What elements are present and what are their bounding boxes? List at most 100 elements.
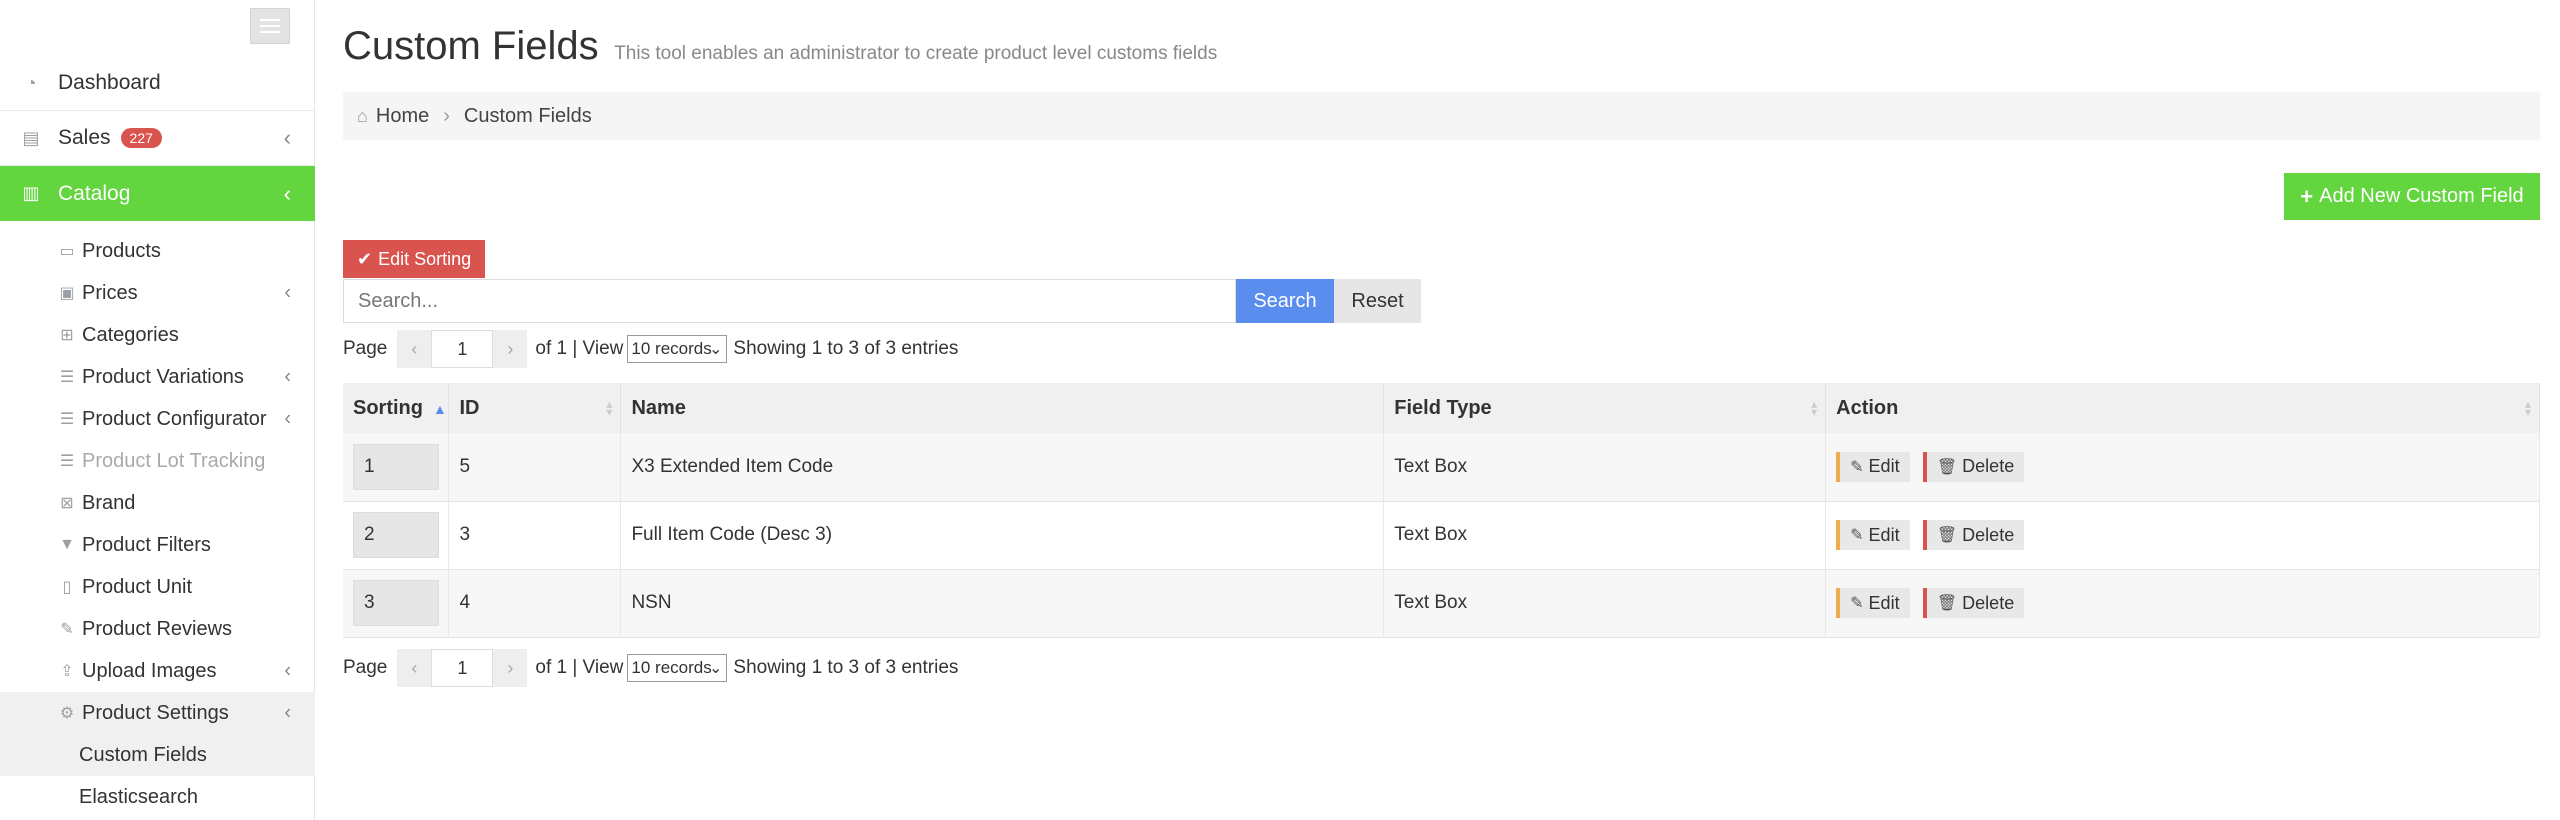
pager-bottom: Page ‹ 1 › of 1 | View 10 records ⌄ Showi…	[343, 649, 958, 687]
edit-button[interactable]: ✎ Edit	[1836, 520, 1910, 550]
next-page-button[interactable]: ›	[493, 649, 528, 687]
sales-icon: ▤	[22, 127, 40, 148]
pager-page-label: Page	[343, 338, 388, 359]
prev-page-button[interactable]: ‹	[397, 330, 432, 368]
column-header-label: Action	[1836, 396, 1899, 419]
edit-button[interactable]: ✎ Edit	[1836, 588, 1910, 618]
home-icon: ⌂	[357, 105, 368, 126]
edit-label: Edit	[1868, 456, 1900, 477]
page-header: Custom Fields This tool enables an admin…	[343, 24, 1217, 69]
sidebar-item-products[interactable]: ▭ Products	[0, 230, 315, 272]
custom-fields-table: Sorting ▲ ID ▴ ▾ Name Field Type ▴ ▾ Action ▴ ▾…	[343, 383, 2540, 638]
edit-sorting-label: Edit Sorting	[378, 248, 472, 269]
upload-icon: ⇪	[60, 663, 74, 680]
breadcrumb: ⌂ Home › Custom Fields	[343, 92, 2540, 140]
records-per-page-value: 10 records	[631, 339, 712, 358]
edit-sorting-button[interactable]: ✔ Edit Sorting	[343, 240, 486, 278]
column-header-name[interactable]: Name	[620, 383, 1385, 433]
delete-button[interactable]: 🗑 Delete	[1922, 588, 2025, 618]
add-custom-field-button[interactable]: + Add New Custom Field	[2284, 173, 2540, 220]
sidebar-item-custom-fields[interactable]: Custom Fields	[0, 734, 315, 776]
sort-icon: ▴ ▾	[606, 397, 613, 419]
sidebar-item-brand[interactable]: ⊠ Brand	[0, 482, 315, 524]
records-per-page-select[interactable]: 10 records ⌄	[627, 335, 728, 363]
edit-icon: ✎	[1850, 595, 1864, 612]
cell-name: NSN	[620, 569, 1385, 638]
sorting-input[interactable]: 2	[353, 512, 439, 558]
breadcrumb-current: Custom Fields	[463, 104, 592, 127]
sorting-input[interactable]: 1	[353, 443, 439, 490]
pager-showing-text: Showing 1 to 3 of 3 entries	[733, 338, 959, 359]
sidebar-item-label: Product Reviews	[82, 617, 233, 640]
page-number-input[interactable]: 1	[431, 649, 494, 687]
column-header-id[interactable]: ID ▴ ▾	[448, 383, 622, 433]
sidebar-item-categories[interactable]: ⊞ Categories	[0, 314, 315, 356]
sidebar-item-label: Brand	[82, 491, 136, 514]
table-header-row: Sorting ▲ ID ▴ ▾ Name Field Type ▴ ▾ Action ▴ ▾	[343, 383, 2540, 433]
money-icon: ▣	[59, 285, 75, 302]
chevron-left-icon: ‹	[284, 281, 291, 304]
sidebar-item-catalog[interactable]: ▥ Catalog ‹	[0, 166, 315, 221]
chevron-left-icon: ‹	[284, 365, 291, 388]
prev-page-button[interactable]: ‹	[397, 649, 432, 687]
sidebar-item-product-filters[interactable]: ▼ Product Filters	[0, 524, 315, 566]
sidebar-item-prices[interactable]: ▣ Prices ‹	[0, 272, 315, 314]
edit-icon: ✎	[1850, 458, 1864, 476]
delete-label: Delete	[1962, 524, 2015, 545]
cell-field-type: Text Box	[1383, 569, 1827, 638]
gift-icon: ⊠	[60, 495, 74, 512]
records-per-page-select[interactable]: 10 records ⌄	[627, 654, 728, 682]
column-header-action: Action ▴ ▾	[1825, 383, 2540, 433]
sidebar-item-label: Dashboard	[58, 71, 161, 94]
delete-button[interactable]: 🗑 Delete	[1922, 451, 2025, 482]
delete-button[interactable]: 🗑 Delete	[1922, 520, 2025, 550]
chevron-down-icon: ⌄	[709, 660, 723, 677]
cell-field-type: Text Box	[1383, 433, 1827, 502]
sidebar-item-dashboard[interactable]: ◔ Dashboard	[0, 56, 315, 111]
sidebar-item-product-unit[interactable]: ▯ Product Unit	[0, 566, 315, 608]
sidebar-item-product-lot-tracking[interactable]: ☰ Product Lot Tracking	[0, 440, 315, 482]
search-button[interactable]: Search	[1236, 279, 1334, 323]
next-page-button[interactable]: ›	[493, 330, 528, 368]
sidebar-toggle-button[interactable]	[250, 8, 290, 44]
column-header-sorting[interactable]: Sorting ▲	[343, 383, 450, 433]
pager-page-label: Page	[343, 657, 388, 678]
page-number-input[interactable]: 1	[431, 330, 494, 368]
cell-name: X3 Extended Item Code	[620, 433, 1385, 502]
sidebar-item-label: Product Configurator	[82, 407, 267, 430]
sidebar-item-label: Catalog	[58, 181, 131, 205]
column-header-label: ID	[459, 396, 480, 419]
column-header-field-type[interactable]: Field Type ▴ ▾	[1383, 383, 1827, 433]
sidebar-item-label: Product Filters	[82, 533, 211, 556]
pager-of-label: of 1 | View	[535, 338, 624, 359]
column-header-label: Name	[631, 396, 686, 419]
cell-action: ✎ Edit 🗑 Delete	[1825, 433, 2540, 502]
sidebar-item-upload-images[interactable]: ⇪ Upload Images ‹	[0, 650, 315, 692]
cell-name: Full Item Code (Desc 3)	[620, 501, 1385, 570]
list-icon: ☰	[59, 369, 75, 386]
sorting-input[interactable]: 3	[353, 580, 439, 626]
sidebar-item-product-settings[interactable]: ⚙ Product Settings ‹	[0, 692, 315, 734]
table-row: 2 3 Full Item Code (Desc 3) Text Box ✎ Ed…	[343, 501, 2540, 570]
sidebar-item-sales[interactable]: ▤ Sales 227 ‹	[0, 111, 315, 166]
sidebar-item-elasticsearch[interactable]: Elasticsearch	[0, 776, 315, 818]
chevron-right-icon: ›	[443, 104, 450, 127]
trash-icon: 🗑	[1936, 595, 1958, 612]
sidebar-item-product-configurator[interactable]: ☰ Product Configurator ‹	[0, 398, 315, 440]
breadcrumb-home-link[interactable]: Home	[376, 105, 429, 128]
page-subtitle: This tool enables an administrator to cr…	[614, 43, 1218, 64]
cell-id: 4	[448, 569, 622, 638]
pager-of-label: of 1 | View	[535, 657, 624, 678]
plus-icon: +	[2300, 183, 2314, 209]
sidebar-item-product-variations[interactable]: ☰ Product Variations ‹	[0, 356, 315, 398]
column-header-label: Sorting	[353, 396, 423, 419]
search-input[interactable]	[343, 279, 1236, 323]
edit-button[interactable]: ✎ Edit	[1836, 451, 1910, 482]
sidebar-item-label: Upload Images	[82, 659, 217, 682]
reset-button[interactable]: Reset	[1334, 279, 1421, 323]
sidebar-item-label: Products	[82, 239, 161, 262]
sidebar-item-label: Elasticsearch	[79, 785, 198, 808]
sidebar-item-product-reviews[interactable]: ✎ Product Reviews	[0, 608, 315, 650]
pager-top: Page ‹ 1 › of 1 | View 10 records ⌄ Showi…	[343, 330, 958, 368]
dashboard-icon: ◔	[25, 72, 37, 93]
